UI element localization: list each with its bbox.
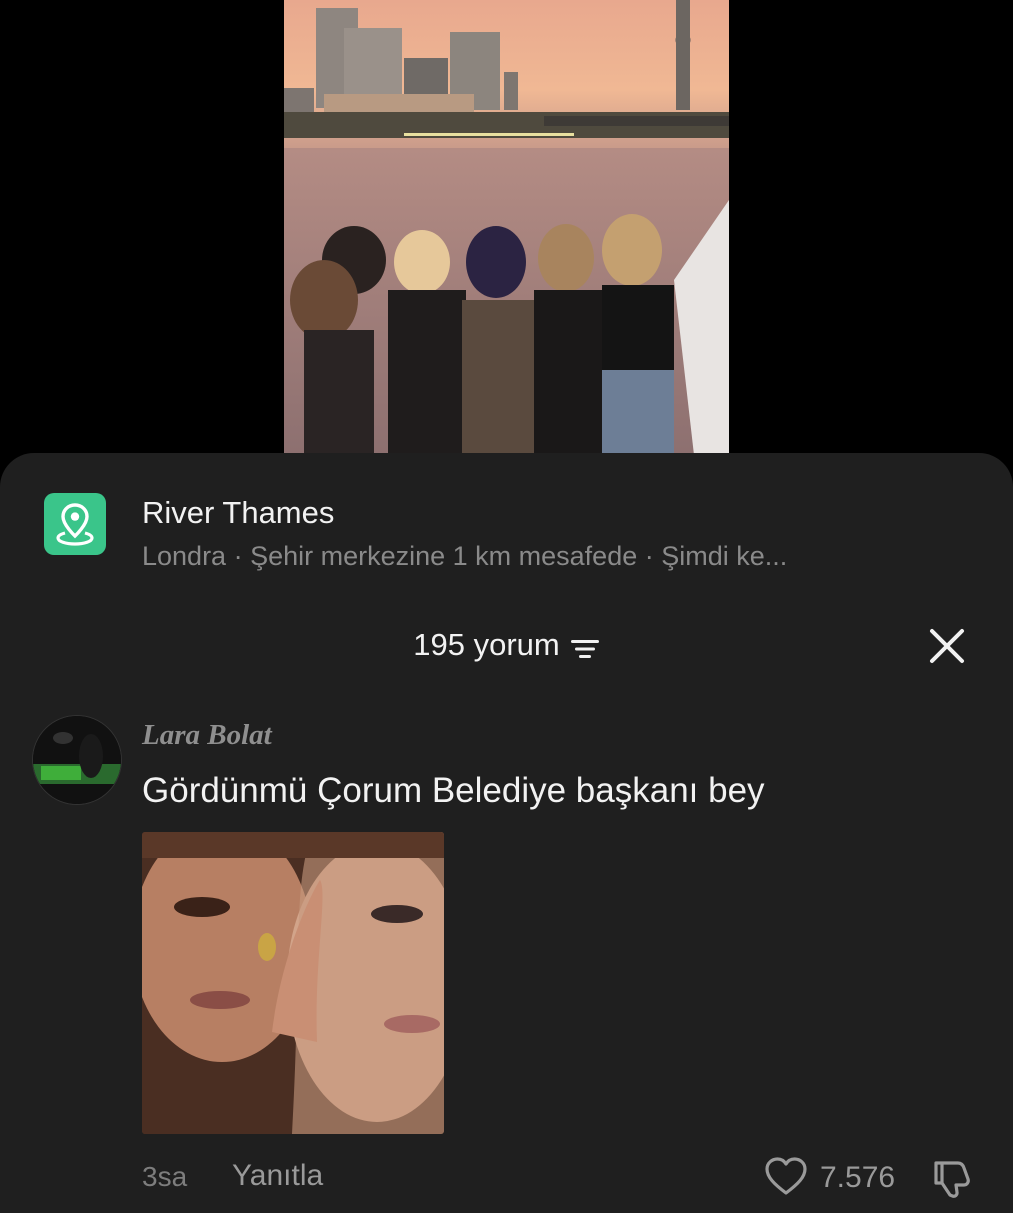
reply-button[interactable]: Yanıtla [232,1159,323,1193]
avatar[interactable] [32,715,122,805]
comments-header: 195 yorum [0,623,1013,673]
dislike-icon [934,1161,970,1198]
video-thumbnail [284,0,729,455]
filter-icon [570,633,600,658]
video-frame[interactable] [284,0,729,455]
like-button[interactable] [764,1155,808,1199]
comment-image[interactable] [142,832,444,1134]
comment-item: Lara Bolat Gördünmü Çorum Belediye başka… [30,715,990,1205]
close-icon [930,629,964,663]
location-pin-icon [44,493,106,555]
comments-count: 195 yorum [413,627,560,662]
video-player[interactable] [0,0,1013,470]
comments-sheet: River Thames Londra · Şehir merkezine 1 … [0,453,1013,1213]
location-title: River Thames [142,495,335,530]
comment-text: Gördünmü Çorum Belediye başkanı bey [142,771,765,810]
comments-sort-toggle[interactable]: 195 yorum [413,627,599,663]
location-subtitle: Londra · Şehir merkezine 1 km mesafede ·… [142,541,788,571]
comment-author[interactable]: Lara Bolat [142,719,272,752]
dislike-button[interactable] [930,1155,974,1199]
comments-count-wrapper: 195 yorum [0,627,1013,663]
close-button[interactable] [928,627,966,665]
comment-time: 3sa [142,1161,188,1192]
location-row[interactable]: River Thames Londra · Şehir merkezine 1 … [44,493,984,573]
comment-footer: 3sa Yanıtla 7.576 [142,1155,982,1199]
like-count: 7.576 [820,1161,896,1194]
heart-icon [765,1157,807,1195]
